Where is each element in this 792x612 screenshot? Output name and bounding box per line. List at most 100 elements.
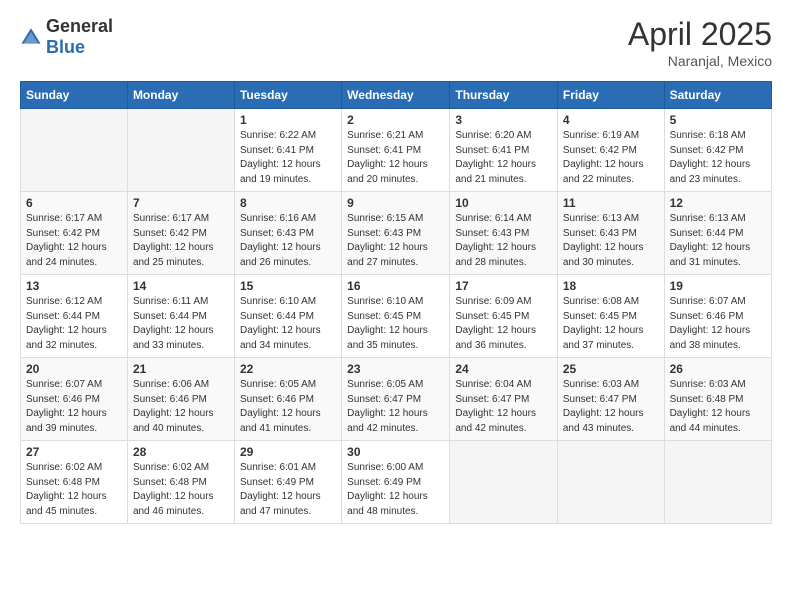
day-number: 11 (563, 196, 659, 210)
sunset-text: Sunset: 6:41 PM (347, 144, 444, 159)
daylight-text: Daylight: 12 hours and 28 minutes. (455, 241, 552, 270)
daylight-text: Daylight: 12 hours and 38 minutes. (670, 324, 766, 353)
location: Naranjal, Mexico (628, 53, 772, 69)
day-number: 13 (26, 279, 122, 293)
sunrise-text: Sunrise: 6:01 AM (240, 461, 336, 476)
sunset-text: Sunset: 6:42 PM (133, 227, 229, 242)
daylight-text: Daylight: 12 hours and 21 minutes. (455, 158, 552, 187)
calendar-cell: 20Sunrise: 6:07 AMSunset: 6:46 PMDayligh… (21, 358, 128, 441)
sunset-text: Sunset: 6:45 PM (455, 310, 552, 325)
day-number: 10 (455, 196, 552, 210)
sunrise-text: Sunrise: 6:13 AM (563, 212, 659, 227)
weekday-header-thursday: Thursday (450, 82, 558, 109)
daylight-text: Daylight: 12 hours and 25 minutes. (133, 241, 229, 270)
calendar-table: SundayMondayTuesdayWednesdayThursdayFrid… (20, 81, 772, 524)
calendar-cell: 28Sunrise: 6:02 AMSunset: 6:48 PMDayligh… (127, 441, 234, 524)
sunset-text: Sunset: 6:44 PM (670, 227, 766, 242)
sunrise-text: Sunrise: 6:03 AM (670, 378, 766, 393)
sunrise-text: Sunrise: 6:17 AM (26, 212, 122, 227)
day-number: 12 (670, 196, 766, 210)
calendar-cell: 13Sunrise: 6:12 AMSunset: 6:44 PMDayligh… (21, 275, 128, 358)
calendar-week-2: 6Sunrise: 6:17 AMSunset: 6:42 PMDaylight… (21, 192, 772, 275)
daylight-text: Daylight: 12 hours and 43 minutes. (563, 407, 659, 436)
calendar-cell: 10Sunrise: 6:14 AMSunset: 6:43 PMDayligh… (450, 192, 558, 275)
logo-icon (20, 26, 42, 48)
month-year: April 2025 (628, 16, 772, 53)
sunset-text: Sunset: 6:47 PM (347, 393, 444, 408)
sunrise-text: Sunrise: 6:18 AM (670, 129, 766, 144)
sunset-text: Sunset: 6:49 PM (240, 476, 336, 491)
daylight-text: Daylight: 12 hours and 27 minutes. (347, 241, 444, 270)
calendar-cell: 18 Sunrise: 6:08 AMSunset: 6:45 PMDayligh… (557, 275, 664, 358)
calendar-cell: 19Sunrise: 6:07 AMSunset: 6:46 PMDayligh… (664, 275, 771, 358)
sunrise-text: Sunrise: 6:11 AM (133, 295, 229, 310)
calendar-cell: 25Sunrise: 6:03 AMSunset: 6:47 PMDayligh… (557, 358, 664, 441)
sunrise-text: Sunrise: 6:10 AM (347, 295, 444, 310)
day-number: 20 (26, 362, 122, 376)
day-number: 23 (347, 362, 444, 376)
calendar-cell: 2Sunrise: 6:21 AMSunset: 6:41 PMDaylight… (342, 109, 450, 192)
sunrise-text: Sunrise: 6:22 AM (240, 129, 336, 144)
calendar-cell: 27Sunrise: 6:02 AMSunset: 6:48 PMDayligh… (21, 441, 128, 524)
calendar-cell: 5Sunrise: 6:18 AMSunset: 6:42 PMDaylight… (664, 109, 771, 192)
weekday-header-row: SundayMondayTuesdayWednesdayThursdayFrid… (21, 82, 772, 109)
sunrise-text: Sunrise: 6:16 AM (240, 212, 336, 227)
daylight-text: Daylight: 12 hours and 34 minutes. (240, 324, 336, 353)
sunrise-text: Sunrise: 6:00 AM (347, 461, 444, 476)
day-number: 25 (563, 362, 659, 376)
sunset-text: Sunset: 6:43 PM (563, 227, 659, 242)
day-number: 6 (26, 196, 122, 210)
sunrise-text: Sunrise: 6:20 AM (455, 129, 552, 144)
sunset-text: Sunset: 6:46 PM (670, 310, 766, 325)
sunrise-text: Sunrise: 6:05 AM (240, 378, 336, 393)
calendar-week-4: 20Sunrise: 6:07 AMSunset: 6:46 PMDayligh… (21, 358, 772, 441)
day-number: 14 (133, 279, 229, 293)
day-number: 7 (133, 196, 229, 210)
logo-general-text: General (46, 16, 113, 36)
daylight-text: Daylight: 12 hours and 37 minutes. (563, 324, 659, 353)
daylight-text: Daylight: 12 hours and 48 minutes. (347, 490, 444, 519)
calendar-cell: 1Sunrise: 6:22 AMSunset: 6:41 PMDaylight… (234, 109, 341, 192)
sunset-text: Sunset: 6:44 PM (26, 310, 122, 325)
daylight-text: Daylight: 12 hours and 33 minutes. (133, 324, 229, 353)
daylight-text: Daylight: 12 hours and 30 minutes. (563, 241, 659, 270)
sunset-text: Sunset: 6:48 PM (670, 393, 766, 408)
sunrise-text: Sunrise: 6:17 AM (133, 212, 229, 227)
calendar-cell: 29Sunrise: 6:01 AMSunset: 6:49 PMDayligh… (234, 441, 341, 524)
sunset-text: Sunset: 6:46 PM (133, 393, 229, 408)
sunset-text: Sunset: 6:43 PM (240, 227, 336, 242)
sunset-text: Sunset: 6:45 PM (563, 310, 659, 325)
sunset-text: Sunset: 6:42 PM (563, 144, 659, 159)
calendar-cell: 15Sunrise: 6:10 AMSunset: 6:44 PMDayligh… (234, 275, 341, 358)
sunrise-text: Sunrise: 6:08 AM (563, 295, 659, 310)
title-block: April 2025 Naranjal, Mexico (628, 16, 772, 69)
day-number: 28 (133, 445, 229, 459)
day-number: 18 (563, 279, 659, 293)
calendar-cell: 8Sunrise: 6:16 AMSunset: 6:43 PMDaylight… (234, 192, 341, 275)
sunset-text: Sunset: 6:47 PM (563, 393, 659, 408)
calendar-cell (127, 109, 234, 192)
daylight-text: Daylight: 12 hours and 45 minutes. (26, 490, 122, 519)
daylight-text: Daylight: 12 hours and 22 minutes. (563, 158, 659, 187)
calendar-cell (450, 441, 558, 524)
daylight-text: Daylight: 12 hours and 36 minutes. (455, 324, 552, 353)
sunset-text: Sunset: 6:47 PM (455, 393, 552, 408)
weekday-header-saturday: Saturday (664, 82, 771, 109)
calendar-week-1: 1Sunrise: 6:22 AMSunset: 6:41 PMDaylight… (21, 109, 772, 192)
sunset-text: Sunset: 6:42 PM (26, 227, 122, 242)
sunset-text: Sunset: 6:41 PM (455, 144, 552, 159)
weekday-header-tuesday: Tuesday (234, 82, 341, 109)
day-number: 9 (347, 196, 444, 210)
sunset-text: Sunset: 6:45 PM (347, 310, 444, 325)
sunrise-text: Sunrise: 6:09 AM (455, 295, 552, 310)
sunrise-text: Sunrise: 6:02 AM (26, 461, 122, 476)
sunset-text: Sunset: 6:46 PM (26, 393, 122, 408)
daylight-text: Daylight: 12 hours and 46 minutes. (133, 490, 229, 519)
sunrise-text: Sunrise: 6:15 AM (347, 212, 444, 227)
sunset-text: Sunset: 6:44 PM (133, 310, 229, 325)
daylight-text: Daylight: 12 hours and 42 minutes. (347, 407, 444, 436)
calendar-week-3: 13Sunrise: 6:12 AMSunset: 6:44 PMDayligh… (21, 275, 772, 358)
daylight-text: Daylight: 12 hours and 40 minutes. (133, 407, 229, 436)
day-number: 4 (563, 113, 659, 127)
day-number: 21 (133, 362, 229, 376)
